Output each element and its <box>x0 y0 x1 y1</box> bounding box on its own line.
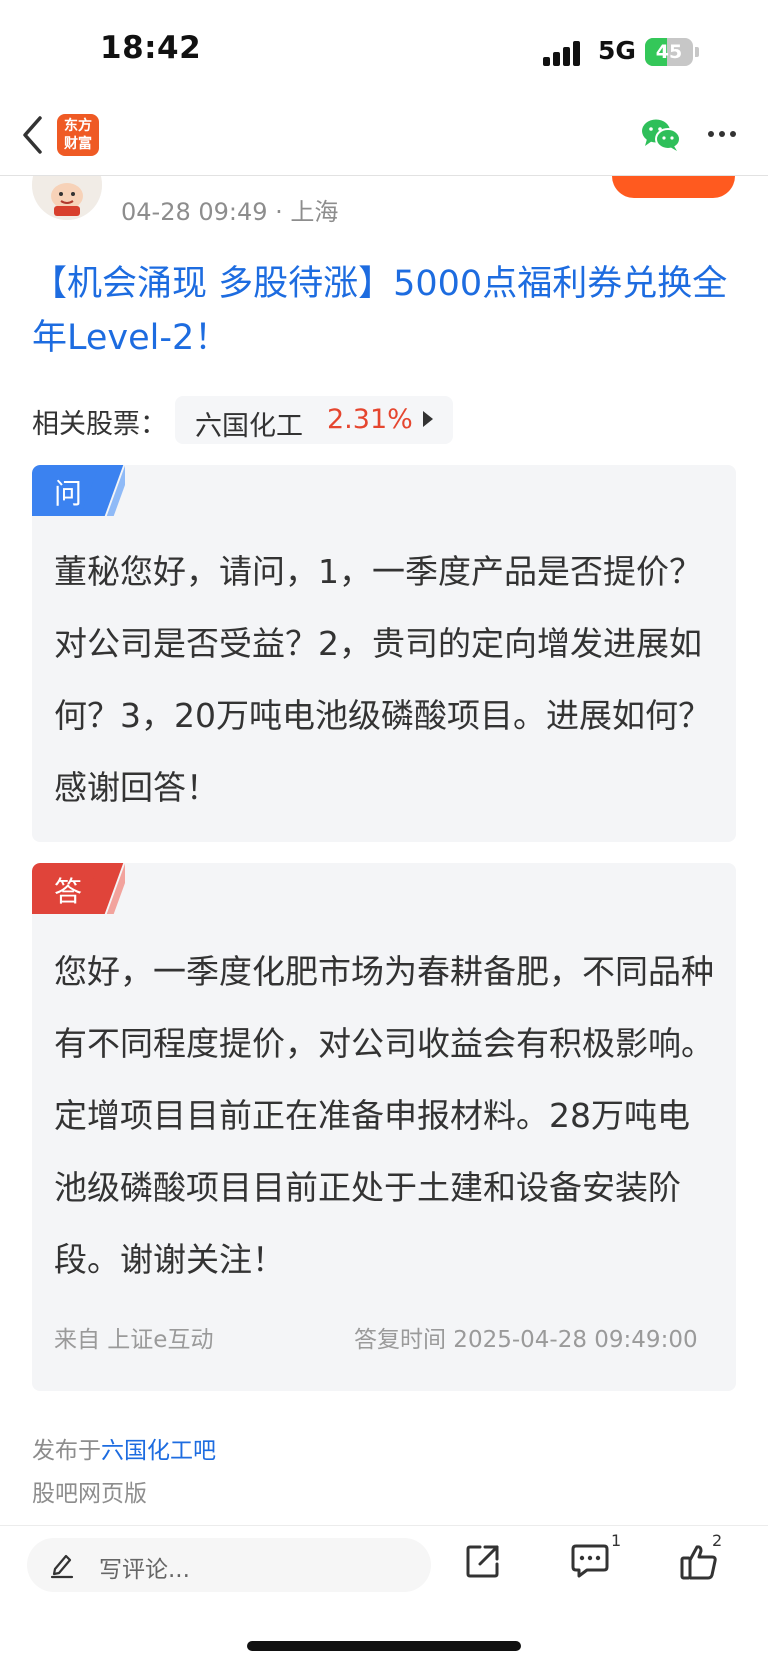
related-stocks-label: 相关股票： <box>32 409 167 440</box>
stock-name: 六国化工 <box>195 411 303 442</box>
like-count: 2 <box>712 1531 723 1550</box>
comment-placeholder: 写评论... <box>99 1557 190 1583</box>
web-version-link[interactable]: 股吧网页版 <box>32 1474 147 1508</box>
logo-line1: 东方 <box>64 118 92 134</box>
post-title[interactable]: 【机会涌现 多股待涨】5000点福利券兑换全年Level-2！ <box>32 257 736 365</box>
answer-reply-time: 答复时间 2025-04-28 09:49:00 <box>354 1327 698 1353</box>
logo-line2: 财富 <box>64 136 92 152</box>
triangle-right-icon <box>423 411 433 427</box>
back-arrow-icon[interactable] <box>18 112 58 158</box>
comment-icon[interactable] <box>571 1543 609 1579</box>
battery-icon: 45 <box>645 38 699 66</box>
battery-level: 45 <box>655 41 683 63</box>
related-stock-chip[interactable]: 六国化工 2.31% <box>175 396 453 444</box>
post-location: · 上海 <box>275 198 339 226</box>
stock-bar-link[interactable]: 六国化工吧 <box>101 1438 216 1464</box>
post-meta: 04-28 09:49 · 上海 <box>121 192 338 227</box>
answer-tag-label: 答 <box>54 875 83 908</box>
published-in: 发布于六国化工吧 <box>32 1431 216 1465</box>
author-avatar[interactable] <box>32 176 102 220</box>
comment-count: 1 <box>611 1531 622 1550</box>
eastmoney-logo[interactable]: 东方 财富 <box>57 114 99 156</box>
network-type: 5G <box>598 36 636 65</box>
question-tag: 问 <box>32 465 125 516</box>
comment-input[interactable]: 写评论... <box>27 1538 431 1592</box>
signal-icon <box>543 40 583 66</box>
more-icon[interactable] <box>708 131 738 139</box>
share-icon[interactable] <box>465 1543 501 1579</box>
wechat-icon[interactable] <box>641 118 681 152</box>
follow-button[interactable] <box>612 176 735 198</box>
question-text: 董秘您好，请问，1，一季度产品是否提价？对公司是否受益？2，贵司的定向增发进展如… <box>54 552 711 807</box>
home-indicator <box>247 1641 521 1651</box>
bottom-divider <box>0 1525 768 1526</box>
post-date: 04-28 09:49 <box>121 198 268 226</box>
answer-tag: 答 <box>32 863 125 914</box>
stock-change: 2.31% <box>327 404 413 435</box>
answer-source: 来自 上证e互动 <box>54 1327 214 1353</box>
answer-text: 您好，一季度化肥市场为春耕备肥，不同品种有不同程度提价，对公司收益会有积极影响。… <box>54 952 714 1279</box>
pencil-icon <box>50 1554 74 1579</box>
question-tag-label: 问 <box>54 477 83 510</box>
status-time: 18:42 <box>100 30 202 66</box>
published-prefix: 发布于 <box>32 1438 101 1464</box>
